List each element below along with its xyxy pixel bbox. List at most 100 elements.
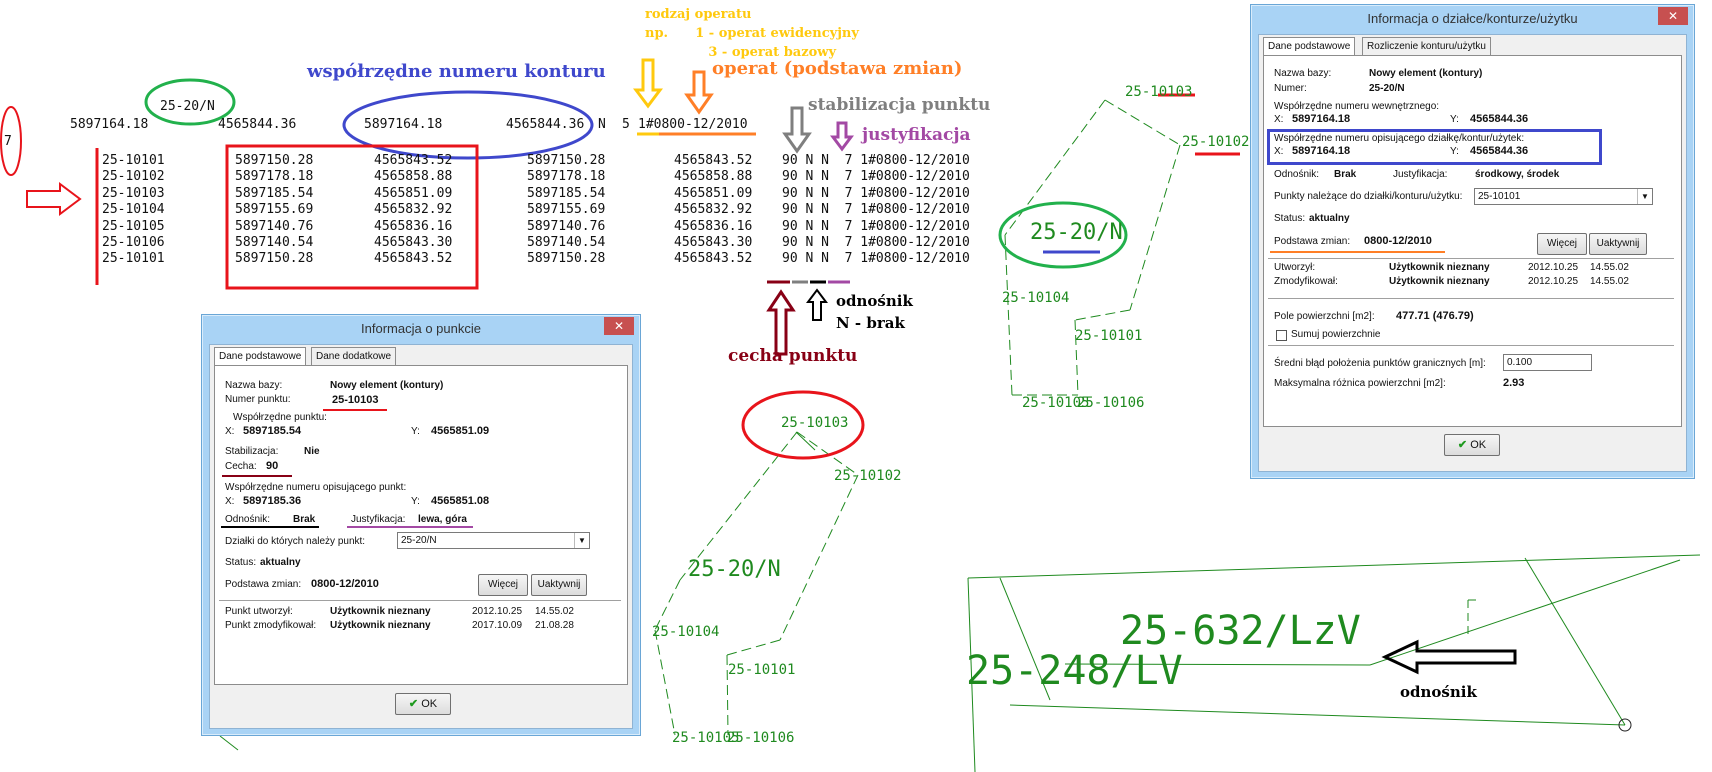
table-cell: 4565832.92: [674, 202, 753, 218]
utworzyl-date: 2012.10.25: [472, 606, 523, 617]
table-cell: 90 N N 7 1#0800-12/2010: [782, 251, 970, 267]
tab-parcel-dane-podstawowe[interactable]: Dane podstawowe: [1263, 37, 1356, 57]
parcel-punkty-label: Punkty należące do działki/konturu/użytk…: [1274, 191, 1463, 202]
parcel-utworzyl-label: Utworzył:: [1274, 262, 1316, 273]
y2-value: 4565851.08: [431, 495, 490, 507]
utworzyl-time: 14.55.02: [535, 606, 574, 617]
uaktywnij-button[interactable]: Uaktywnij: [531, 574, 587, 596]
table-cell: 5897140.76: [235, 218, 314, 234]
table-cell: 25-10106: [102, 234, 165, 250]
cad-mid-10106: 25-10106: [727, 730, 795, 746]
tab-rozliczenie[interactable]: Rozliczenie konturu/użytku: [1362, 37, 1491, 55]
table-cell: 90 N N 7 1#0800-12/2010: [782, 185, 970, 201]
y2-label: Y:: [411, 496, 420, 507]
blad-input[interactable]: 0.100: [1503, 354, 1592, 371]
parcel-dialog-close-button[interactable]: ✕: [1658, 7, 1688, 25]
table-cell: 90 N N 7 1#0800-12/2010: [782, 218, 970, 234]
red-hollow-arrow: [26, 182, 82, 216]
header-y2: 4565844.36: [506, 117, 585, 132]
dzialki-select[interactable]: 25-20/N ▼: [397, 532, 590, 549]
point-separator: [219, 600, 621, 602]
annotation-rodzaj: rodzaj operatu np. 1 - operat ewidencyjn…: [645, 5, 859, 62]
table-cell: 4565851.09: [374, 185, 453, 201]
status-label: Status:: [225, 557, 257, 568]
point-dialog-titlebar[interactable]: Informacja o punkcie ✕: [202, 315, 640, 343]
black-left-arrow: [1381, 639, 1517, 675]
chevron-down-icon[interactable]: ▼: [574, 533, 589, 548]
point-ok-button[interactable]: ✔ OK: [395, 693, 451, 715]
table-row: 25-10106 5897140.54 4565843.30 5897140.54 45…: [102, 235, 1002, 251]
tab-dane-podstawowe[interactable]: Dane podstawowe: [214, 347, 307, 367]
parcel-x-value: 5897164.18: [1292, 113, 1351, 125]
sumuj-checkbox[interactable]: [1276, 330, 1287, 341]
cad-mid-10103: 25-10103: [781, 415, 849, 431]
table-cell: 4565836.16: [374, 218, 453, 234]
nazwa-value: Nowy element (kontury): [330, 380, 444, 391]
parcel-y2-value: 4565844.36: [1470, 145, 1529, 157]
odn-value: Brak: [293, 514, 316, 525]
parcel-numer-label: Numer:: [1274, 83, 1307, 94]
parcel-utworzyl-value: Użytkownik nieznany: [1389, 262, 1490, 273]
table-cell: 4565858.88: [674, 169, 753, 185]
table-cell: 5897178.18: [527, 169, 606, 185]
podstawa-label: Podstawa zmian:: [225, 579, 302, 590]
cad-mid-10102: 25-10102: [834, 468, 902, 484]
table-row: 25-10103 5897185.54 4565851.09 5897185.54 45…: [102, 186, 1002, 202]
maks-label: Maksymalna różnica powierzchni [m2]:: [1274, 378, 1446, 389]
parcel-y2-label: Y:: [1450, 146, 1459, 157]
table-row: 25-10101 5897150.28 4565843.52 5897150.28 45…: [102, 153, 1002, 169]
stab-label: Stabilizacja:: [225, 446, 279, 457]
table-row: 25-10105 5897140.76 4565836.16 5897140.76 45…: [102, 219, 1002, 235]
header-operat: 1#0800-12/2010: [638, 117, 748, 132]
parcel-dialog-body: Dane podstawowe Rozliczenie konturu/użyt…: [1258, 34, 1687, 472]
check-icon: ✔: [1457, 439, 1468, 451]
parcel-uaktywnij-button[interactable]: Uaktywnij: [1589, 233, 1647, 255]
parcel-wiecej-button[interactable]: Więcej: [1537, 233, 1587, 255]
parcel-just-label: Justyfikacja:: [1393, 169, 1448, 180]
blad-label: Średni błąd położenia punktów granicznyc…: [1274, 358, 1486, 369]
cad-top-lines: [1004, 99, 1181, 396]
table-cell: 4565858.88: [374, 169, 453, 185]
table-cell: 90 N N 7 1#0800-12/2010: [782, 202, 970, 218]
table-cell: 5897150.28: [235, 153, 314, 168]
cad-top-10102: 25-10102: [1182, 134, 1250, 150]
numer-value: 25-10103: [332, 394, 379, 406]
wsp-label: Współrzędne punktu:: [233, 412, 327, 423]
stab-value: Nie: [304, 446, 320, 457]
table-cell: 4565843.52: [674, 153, 753, 168]
parcel-zmod-label: Zmodyfikował:: [1274, 276, 1338, 287]
cad-mid-parcel: 25-20/N: [688, 557, 781, 582]
x-value: 5897185.54: [243, 425, 302, 437]
wsp2-label: Współrzędne numeru opisującego punkt:: [225, 482, 407, 493]
wiecej-button[interactable]: Więcej: [478, 574, 528, 596]
table-cell: 25-10105: [102, 218, 165, 234]
tab-dane-dodatkowe[interactable]: Dane dodatkowe: [311, 347, 397, 365]
parcel-odn-label: Odnośnik:: [1274, 169, 1320, 180]
table-cell: 5897150.28: [235, 251, 314, 267]
parcel-nazwa-value: Nowy element (kontury): [1369, 68, 1483, 79]
parcel-zmod-value: Użytkownik nieznany: [1389, 276, 1490, 287]
table-cell: 90 N N 7 1#0800-12/2010: [782, 234, 970, 250]
table-cell: 5897140.76: [527, 218, 606, 234]
table-cell: 5897155.69: [527, 202, 606, 218]
parcel-utworzyl-date: 2012.10.25: [1528, 262, 1579, 273]
table-cell: 90 N N 7 1#0800-12/2010: [782, 153, 970, 168]
table-cell: 4565843.52: [674, 251, 753, 267]
nazwa-label: Nazwa bazy:: [225, 380, 283, 391]
table-cell: 5897150.28: [527, 153, 606, 168]
chevron-down-icon[interactable]: ▼: [1637, 189, 1652, 204]
parcel-status-value: aktualny: [1309, 213, 1350, 224]
gray-arrow: [782, 106, 812, 154]
parcel-ok-button[interactable]: ✔ OK: [1444, 434, 1500, 456]
point-dialog-close-button[interactable]: ✕: [604, 317, 634, 335]
black-arrow: [806, 288, 828, 321]
cad-top-10106: 25-10106: [1077, 395, 1145, 411]
y-label: Y:: [411, 426, 420, 437]
table-cell: 4565843.30: [674, 234, 753, 250]
parcel-just-value: środkowy, środek: [1475, 169, 1560, 180]
cad-top-10103: 25-10103: [1125, 84, 1193, 100]
parcel-dialog-title: Informacja o działce/konturze/użytku: [1367, 11, 1578, 26]
parcel-punkty-select[interactable]: 25-10101 ▼: [1474, 188, 1653, 205]
parcel-dialog-titlebar[interactable]: Informacja o działce/konturze/użytku ✕: [1251, 5, 1694, 33]
table-row: 25-10104 5897155.69 4565832.92 5897155.69 45…: [102, 202, 1002, 218]
